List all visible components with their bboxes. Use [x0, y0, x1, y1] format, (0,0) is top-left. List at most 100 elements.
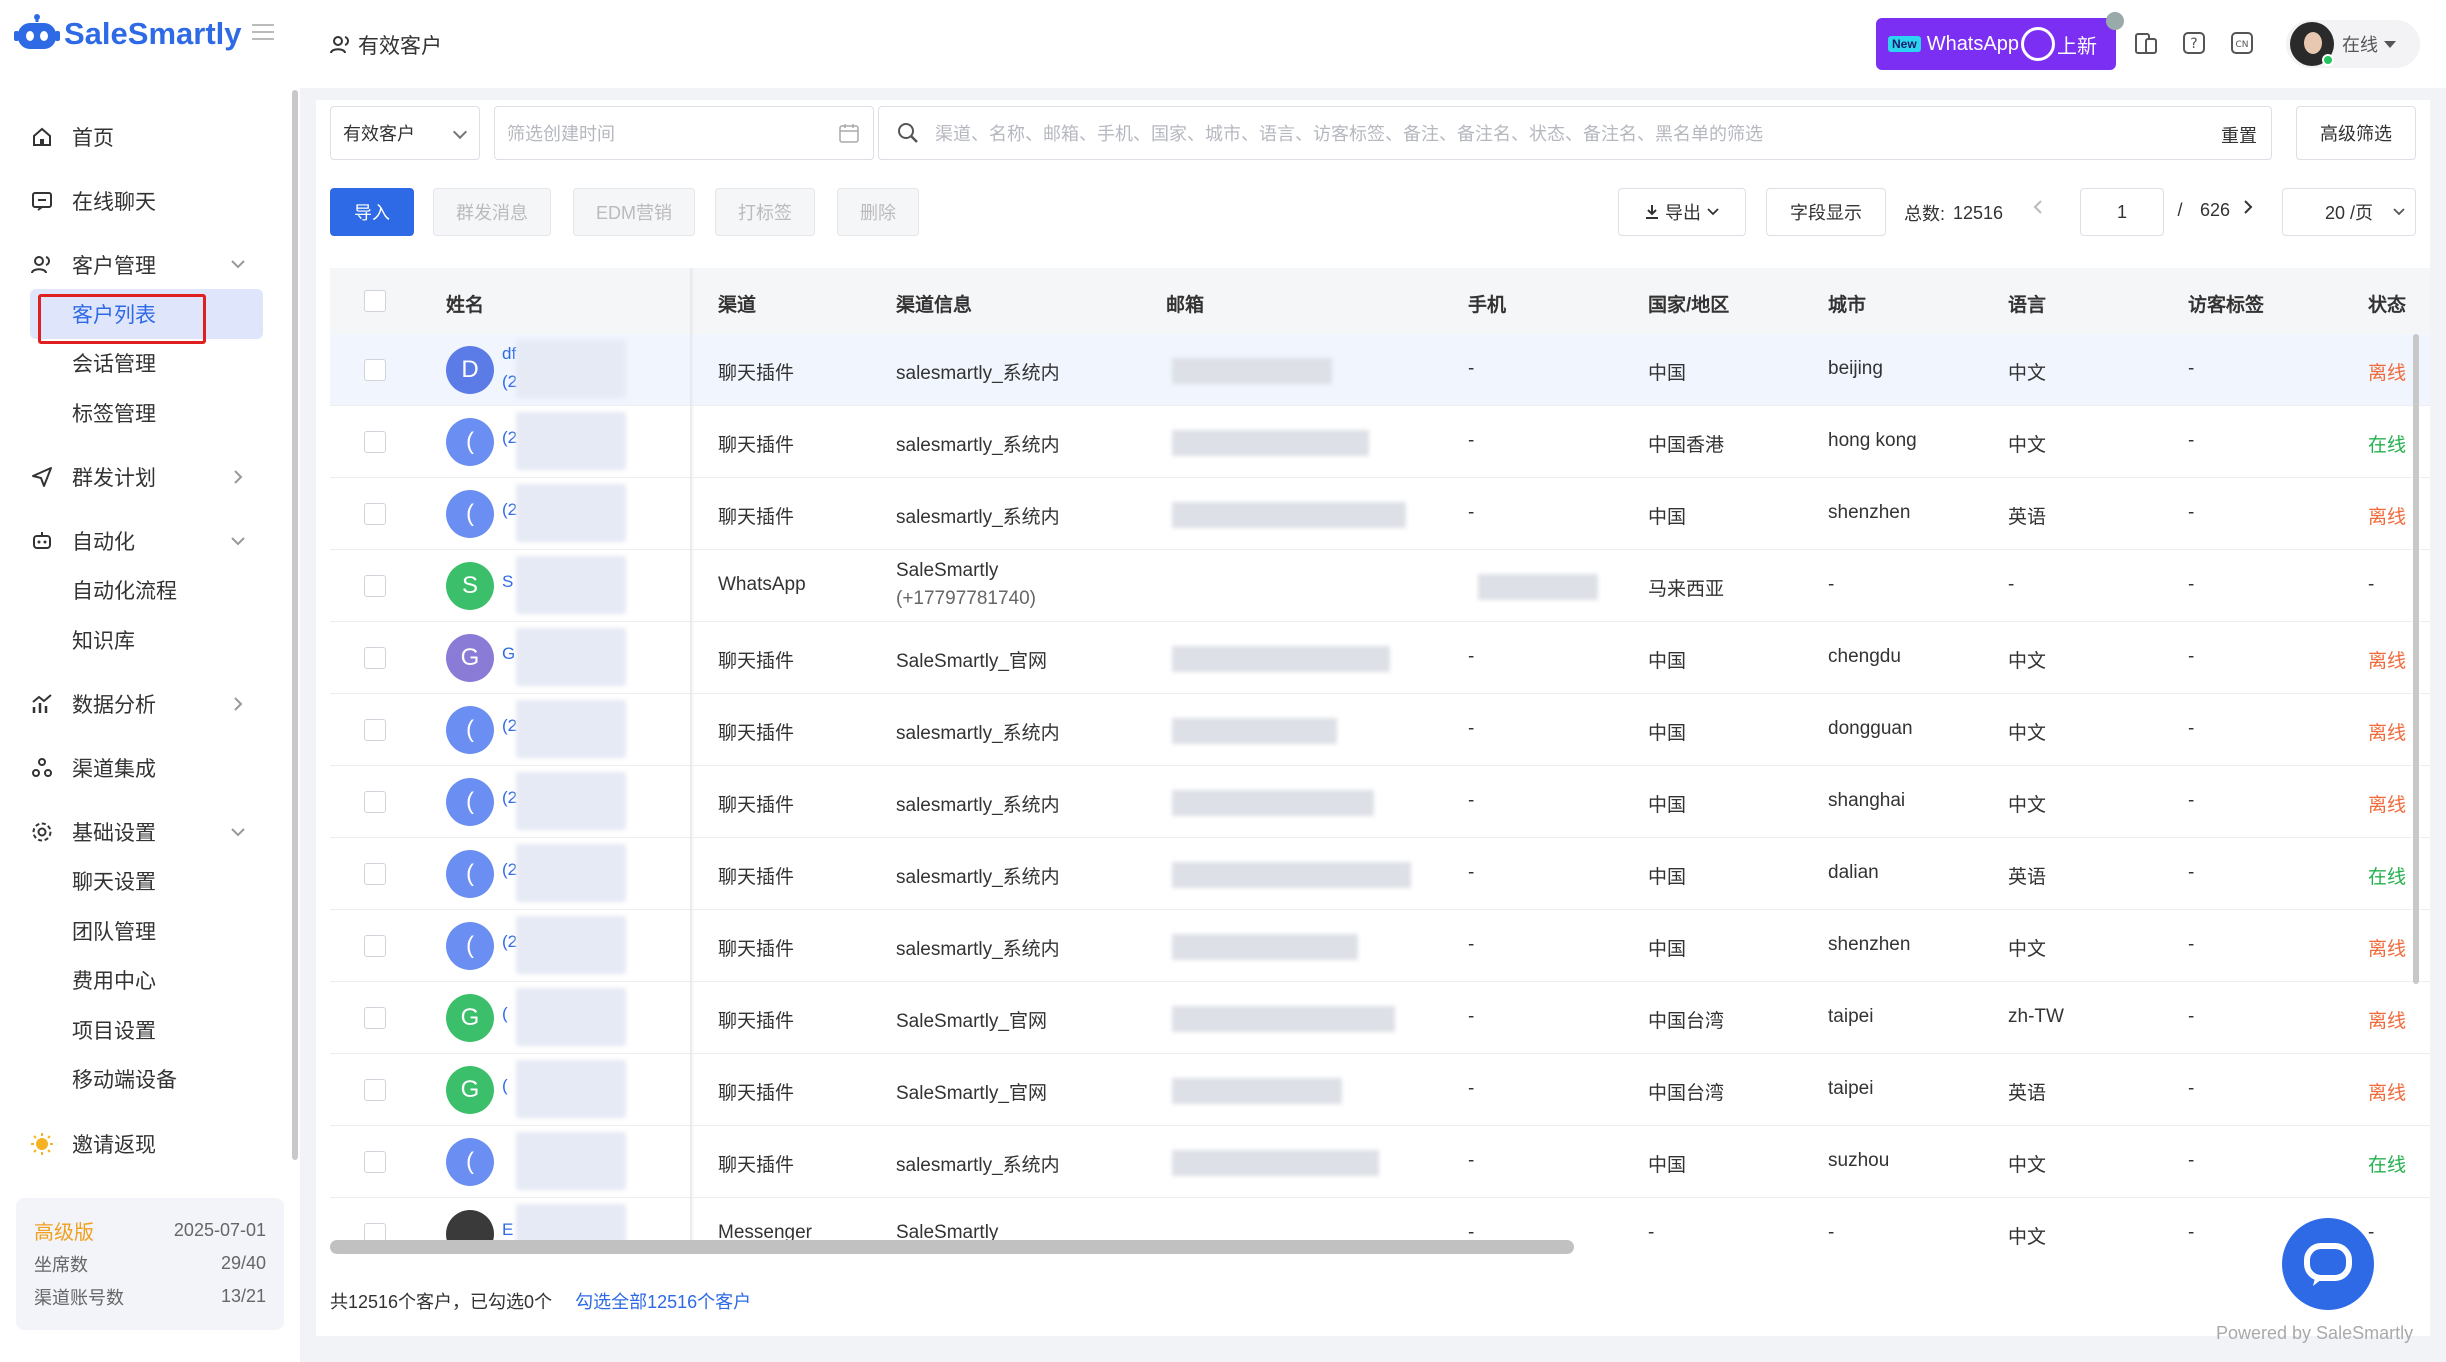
- table-row[interactable]: G (聊天插件 SaleSmartly_官网 - 中国台湾 taipei zh-TW - 离线: [330, 982, 2430, 1054]
- nav-project-settings[interactable]: 项目设置: [0, 1005, 290, 1055]
- chat-icon: [30, 189, 54, 213]
- row-checkbox[interactable]: [364, 935, 386, 957]
- chevron-down-icon: [228, 254, 248, 274]
- nav-knowledge-base[interactable]: 知识库: [0, 615, 290, 665]
- nav-customer-management-label: 客户管理: [72, 254, 156, 278]
- edm-button[interactable]: EDM营销: [573, 188, 695, 236]
- nav-team-management[interactable]: 团队管理: [0, 906, 290, 956]
- col-name[interactable]: 姓名: [446, 290, 484, 317]
- advanced-filter-button[interactable]: 高级筛选: [2296, 106, 2416, 160]
- delete-button[interactable]: 删除: [837, 188, 919, 236]
- row-checkbox[interactable]: [364, 1151, 386, 1173]
- table-row[interactable]: (聊天插件 salesmartly_系统内 - 中国 suzhou 中文 - 在线: [330, 1126, 2430, 1198]
- col-language[interactable]: 语言: [2008, 290, 2046, 317]
- row-checkbox[interactable]: [364, 575, 386, 597]
- row-checkbox[interactable]: [364, 647, 386, 669]
- language-cell: 中文: [2008, 939, 2047, 960]
- nav-automation[interactable]: 自动化: [0, 517, 290, 566]
- table-row[interactable]: ((2 聊天插件 salesmartly_系统内 - 中国香港 hong kong 中文 - 在…: [330, 406, 2430, 478]
- import-button[interactable]: 导入: [330, 188, 414, 236]
- col-channel[interactable]: 渠道: [718, 290, 756, 317]
- table-row[interactable]: ((2 聊天插件 salesmartly_系统内 - 中国 shenzhen 中文 - 离线: [330, 910, 2430, 982]
- language-icon[interactable]: CN: [2230, 30, 2254, 56]
- select-all-link[interactable]: 勾选全部12516个客户: [575, 1292, 751, 1312]
- col-channel-info[interactable]: 渠道信息: [896, 290, 972, 317]
- table-row[interactable]: ((2 聊天插件 salesmartly_系统内 - 中国 dalian 英语 - 在线: [330, 838, 2430, 910]
- row-checkbox[interactable]: [364, 719, 386, 741]
- nav-tag-management[interactable]: 标签管理: [0, 388, 290, 438]
- visitor-tags-cell: -: [2188, 790, 2195, 811]
- prev-page-button[interactable]: [2032, 198, 2044, 216]
- export-button[interactable]: 导出: [1618, 188, 1746, 236]
- customer-type-select[interactable]: 有效客户: [330, 106, 480, 160]
- reset-button[interactable]: 重置: [2221, 122, 2257, 148]
- row-checkbox[interactable]: [364, 503, 386, 525]
- city-cell: suzhou: [1828, 1150, 1890, 1171]
- chat-widget-button[interactable]: [2282, 1218, 2374, 1310]
- table-row[interactable]: G G 聊天插件 SaleSmartly_官网 - 中国 chengdu 中文 - 离线: [330, 622, 2430, 694]
- row-checkbox[interactable]: [364, 1007, 386, 1029]
- col-city[interactable]: 城市: [1828, 290, 1866, 317]
- nav-automation-flow[interactable]: 自动化流程: [0, 566, 290, 616]
- row-checkbox[interactable]: [364, 1079, 386, 1101]
- status-cell: 在线: [2368, 1155, 2407, 1176]
- nav-mobile-devices[interactable]: 移动端设备: [0, 1055, 290, 1105]
- table-vertical-scrollbar[interactable]: [2413, 334, 2419, 984]
- col-country[interactable]: 国家/地区: [1648, 290, 1729, 317]
- broadcast-button[interactable]: 群发消息: [433, 188, 551, 236]
- date-filter-input[interactable]: 筛选创建时间: [494, 106, 874, 160]
- field-display-button[interactable]: 字段显示: [1766, 188, 1886, 236]
- nav-broadcast[interactable]: 群发计划: [0, 453, 290, 502]
- table-row[interactable]: ((2 聊天插件 salesmartly_系统内 - 中国 shanghai 中文 - 离线: [330, 766, 2430, 838]
- table-horizontal-scrollbar[interactable]: [330, 1240, 1574, 1254]
- table-row[interactable]: G (聊天插件 SaleSmartly_官网 - 中国台湾 taipei 英语 - 离线: [330, 1054, 2430, 1126]
- device-icon[interactable]: [2134, 30, 2158, 56]
- col-phone[interactable]: 手机: [1468, 290, 1506, 317]
- city-cell: -: [1828, 574, 1835, 595]
- page-input[interactable]: 1: [2080, 188, 2164, 236]
- col-status[interactable]: 状态: [2368, 290, 2406, 317]
- row-checkbox[interactable]: [364, 359, 386, 381]
- row-checkbox[interactable]: [364, 791, 386, 813]
- tag-button[interactable]: 打标签: [715, 188, 815, 236]
- redacted-name: [516, 340, 626, 398]
- nav-analytics[interactable]: 数据分析: [0, 680, 290, 729]
- sidebar-scrollbar[interactable]: [292, 90, 298, 1160]
- nav-billing[interactable]: 费用中心: [0, 956, 290, 1006]
- row-checkbox[interactable]: [364, 431, 386, 453]
- nav-home[interactable]: 首页: [0, 112, 290, 161]
- nav-invite[interactable]: 邀请返现: [0, 1119, 290, 1168]
- nav-session-management[interactable]: 会话管理: [0, 339, 290, 389]
- nav-basic-settings[interactable]: 基础设置: [0, 808, 290, 857]
- nav-customer-management[interactable]: 客户管理: [0, 240, 290, 289]
- table-row[interactable]: Ddf (2 聊天插件 salesmartly_系统内 - 中国 beijing 中文 - 离线: [330, 334, 2430, 406]
- select-all-checkbox[interactable]: [364, 290, 386, 312]
- nav-chat[interactable]: 在线聊天: [0, 176, 290, 225]
- channel-info-cell: salesmartly_系统内: [896, 723, 1060, 744]
- status-cell: 离线: [2368, 363, 2407, 384]
- page-size-select[interactable]: 20 /页: [2282, 188, 2416, 236]
- menu-collapse-icon[interactable]: [252, 24, 274, 40]
- redacted-name: [516, 1132, 626, 1190]
- avatar: (: [446, 850, 494, 898]
- close-icon[interactable]: [2106, 12, 2124, 30]
- help-icon[interactable]: ?: [2182, 30, 2206, 56]
- search-input[interactable]: 渠道、名称、邮箱、手机、国家、城市、语言、访客标签、备注、备注名、状态、备注名、…: [878, 106, 2272, 160]
- table-row[interactable]: S S WhatsApp SaleSmartly (+17797781740) 马来西亚 -…: [330, 550, 2430, 622]
- nav-channels[interactable]: 渠道集成: [0, 744, 290, 793]
- logo[interactable]: SaleSmartly: [14, 14, 242, 54]
- search-icon: [897, 122, 919, 144]
- nav-chat-settings[interactable]: 聊天设置: [0, 857, 290, 907]
- next-page-button[interactable]: [2242, 198, 2254, 216]
- table-row[interactable]: ((2 聊天插件 salesmartly_系统内 - 中国 dongguan 中文 - 离线: [330, 694, 2430, 766]
- col-visitor-tags[interactable]: 访客标签: [2188, 290, 2264, 317]
- calendar-icon: [839, 123, 859, 148]
- col-email[interactable]: 邮箱: [1166, 290, 1204, 317]
- customer-name: (2: [502, 788, 518, 807]
- table-row[interactable]: ((2 聊天插件 salesmartly_系统内 - 中国 shenzhen 英语 - 离线: [330, 478, 2430, 550]
- whatsapp-banner[interactable]: New WhatsApp 上新: [1876, 12, 2124, 70]
- user-menu[interactable]: 在线: [2286, 20, 2420, 68]
- row-checkbox[interactable]: [364, 863, 386, 885]
- top-bar: 有效客户 New WhatsApp 上新 ? CN 在线: [300, 0, 2446, 88]
- city-cell: dalian: [1828, 862, 1879, 883]
